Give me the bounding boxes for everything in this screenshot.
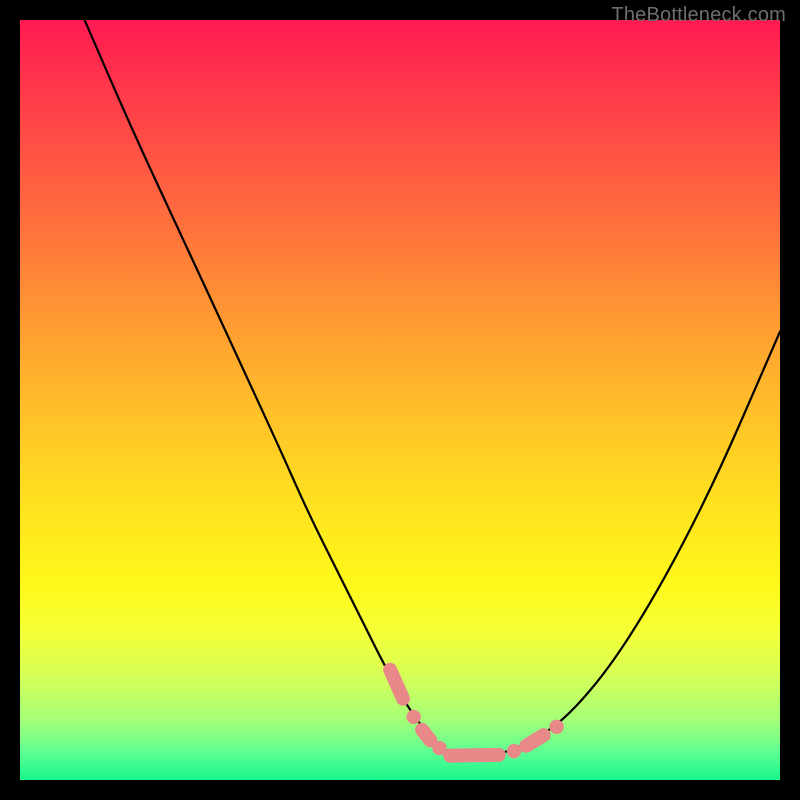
watermark-text: TheBottleneck.com (611, 4, 786, 27)
curve-marker-dot (507, 744, 521, 758)
curve-path (85, 20, 780, 757)
image-frame: TheBottleneck.com (0, 0, 800, 800)
chart-svg (20, 20, 780, 780)
curve-markers (390, 670, 564, 759)
curve-marker-dot (406, 710, 420, 724)
bottleneck-curve (85, 20, 780, 757)
curve-marker-pill (526, 735, 543, 746)
curve-marker-pill (422, 730, 430, 741)
curve-marker-pill (390, 670, 403, 699)
curve-marker-dot (549, 720, 563, 734)
curve-marker-pill (450, 755, 499, 756)
gradient-plot-area (20, 20, 780, 780)
